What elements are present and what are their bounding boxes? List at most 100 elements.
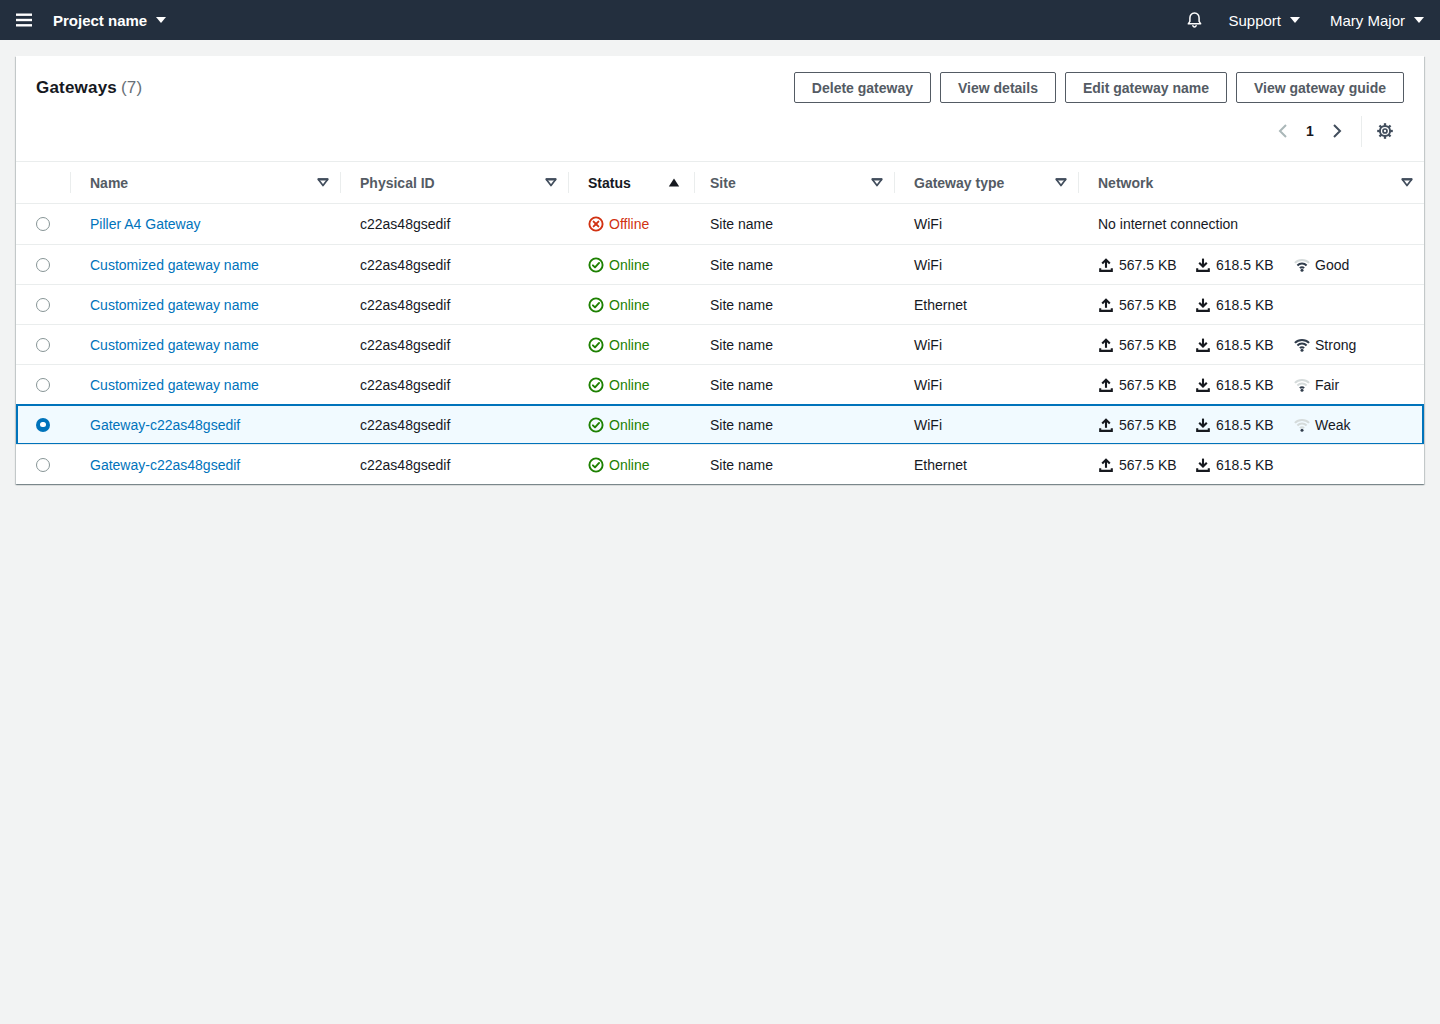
physical-id-value: c22as48gsedif (360, 417, 450, 433)
filter-icon[interactable] (545, 178, 557, 188)
view-gateway-guide-button[interactable]: View gateway guide (1236, 72, 1404, 103)
support-label: Support (1228, 12, 1281, 29)
cell-network: 567.5 KB 618.5 KB Weak (1078, 405, 1424, 444)
row-radio-button[interactable] (36, 418, 50, 432)
upload-icon (1098, 257, 1114, 273)
view-details-button[interactable]: View details (940, 72, 1056, 103)
cell-site: Site name (694, 405, 894, 444)
gateway-type-value: Ethernet (914, 297, 967, 313)
bell-icon (1185, 11, 1204, 30)
filter-icon[interactable] (317, 178, 329, 188)
edit-gateway-name-button[interactable]: Edit gateway name (1065, 72, 1227, 103)
table-row[interactable]: Gateway-c22as48gsedif c22as48gsedif Onli… (16, 404, 1424, 444)
cell-status: Online (568, 245, 694, 284)
column-header-gateway-type[interactable]: Gateway type (894, 162, 1078, 203)
gateway-name-link[interactable]: Gateway-c22as48gsedif (90, 417, 240, 433)
download-value: 618.5 KB (1216, 337, 1274, 353)
gateway-type-value: Ethernet (914, 457, 967, 473)
cell-gateway-type: WiFi (894, 245, 1078, 284)
table-body: Piller A4 Gateway c22as48gsedif Offline … (16, 204, 1424, 484)
column-header-site[interactable]: Site (694, 162, 894, 203)
upload-value: 567.5 KB (1119, 337, 1177, 353)
previous-page-button[interactable] (1268, 117, 1297, 145)
table-row[interactable]: Customized gateway name c22as48gsedif On… (16, 324, 1424, 364)
filter-icon[interactable] (871, 178, 883, 188)
column-label: Name (90, 175, 128, 191)
cell-network: No internet connection (1078, 204, 1424, 244)
table-row[interactable]: Customized gateway name c22as48gsedif On… (16, 364, 1424, 404)
upload-icon (1098, 337, 1114, 353)
filter-icon[interactable] (1055, 178, 1067, 188)
download-icon (1195, 337, 1211, 353)
wifi-signal: Strong (1293, 337, 1356, 353)
table-row[interactable]: Customized gateway name c22as48gsedif On… (16, 284, 1424, 324)
cell-gateway-type: Ethernet (894, 285, 1078, 324)
gateway-name-link[interactable]: Customized gateway name (90, 257, 259, 273)
next-page-button[interactable] (1323, 117, 1352, 145)
column-header-network[interactable]: Network (1078, 162, 1424, 203)
cell-gateway-type: WiFi (894, 365, 1078, 404)
gateway-type-value: WiFi (914, 337, 942, 353)
table-row[interactable]: Gateway-c22as48gsedif c22as48gsedif Onli… (16, 444, 1424, 484)
notifications-button[interactable] (1185, 11, 1204, 30)
gateway-name-link[interactable]: Gateway-c22as48gsedif (90, 457, 240, 473)
gateways-panel: Gateways(7) Delete gatewayView detailsEd… (16, 56, 1424, 484)
row-radio-button[interactable] (36, 217, 50, 231)
cell-status: Online (568, 445, 694, 484)
table-column-headers: Name Physical ID Status Site (16, 162, 1424, 204)
upload-metric: 567.5 KB (1098, 297, 1195, 313)
table-row[interactable]: Customized gateway name c22as48gsedif On… (16, 244, 1424, 284)
row-radio-button[interactable] (36, 458, 50, 472)
gateway-name-link[interactable]: Customized gateway name (90, 297, 259, 313)
sort-ascending-icon[interactable] (668, 178, 680, 187)
wifi-signal: Good (1293, 257, 1349, 273)
column-header-status[interactable]: Status (568, 162, 694, 203)
site-value: Site name (710, 257, 773, 273)
upload-value: 567.5 KB (1119, 417, 1177, 433)
download-icon (1195, 297, 1211, 313)
row-radio-button[interactable] (36, 258, 50, 272)
hamburger-icon (16, 13, 33, 27)
network-message: No internet connection (1098, 216, 1238, 232)
gateway-name-link[interactable]: Piller A4 Gateway (90, 216, 201, 232)
delete-gateway-button[interactable]: Delete gateway (794, 72, 931, 103)
project-name-menu[interactable]: Project name (53, 12, 166, 29)
row-radio-button[interactable] (36, 298, 50, 312)
chevron-down-icon (1290, 17, 1300, 23)
cell-status: Online (568, 365, 694, 404)
user-menu[interactable]: Mary Major (1330, 12, 1424, 29)
cell-site: Site name (694, 285, 894, 324)
cell-site: Site name (694, 245, 894, 284)
download-icon (1195, 377, 1211, 393)
cell-site: Site name (694, 365, 894, 404)
status-label: Offline (609, 216, 649, 232)
status-label: Online (609, 257, 649, 273)
menu-button[interactable] (16, 0, 48, 40)
column-header-name[interactable]: Name (70, 162, 340, 203)
physical-id-value: c22as48gsedif (360, 297, 450, 313)
gateway-name-link[interactable]: Customized gateway name (90, 337, 259, 353)
page-number[interactable]: 1 (1297, 123, 1323, 139)
cell-physical-id: c22as48gsedif (340, 204, 568, 244)
gateway-name-link[interactable]: Customized gateway name (90, 377, 259, 393)
download-metric: 618.5 KB (1195, 257, 1290, 273)
upload-icon (1098, 457, 1114, 473)
download-metric: 618.5 KB (1195, 337, 1290, 353)
upload-value: 567.5 KB (1119, 377, 1177, 393)
filter-icon[interactable] (1401, 178, 1413, 188)
physical-id-value: c22as48gsedif (360, 377, 450, 393)
table-row[interactable]: Piller A4 Gateway c22as48gsedif Offline … (16, 204, 1424, 244)
column-header-physical-id[interactable]: Physical ID (340, 162, 568, 203)
status-badge: Online (588, 417, 649, 433)
table-settings-button[interactable] (1373, 117, 1397, 145)
pagination: 1 (16, 116, 1424, 146)
download-value: 618.5 KB (1216, 457, 1274, 473)
row-radio-button[interactable] (36, 338, 50, 352)
item-counter: (7) (121, 78, 142, 97)
row-radio-button[interactable] (36, 378, 50, 392)
user-name-label: Mary Major (1330, 12, 1405, 29)
cell-gateway-type: WiFi (894, 204, 1078, 244)
project-name-label: Project name (53, 12, 147, 29)
download-value: 618.5 KB (1216, 297, 1274, 313)
support-menu[interactable]: Support (1228, 12, 1300, 29)
